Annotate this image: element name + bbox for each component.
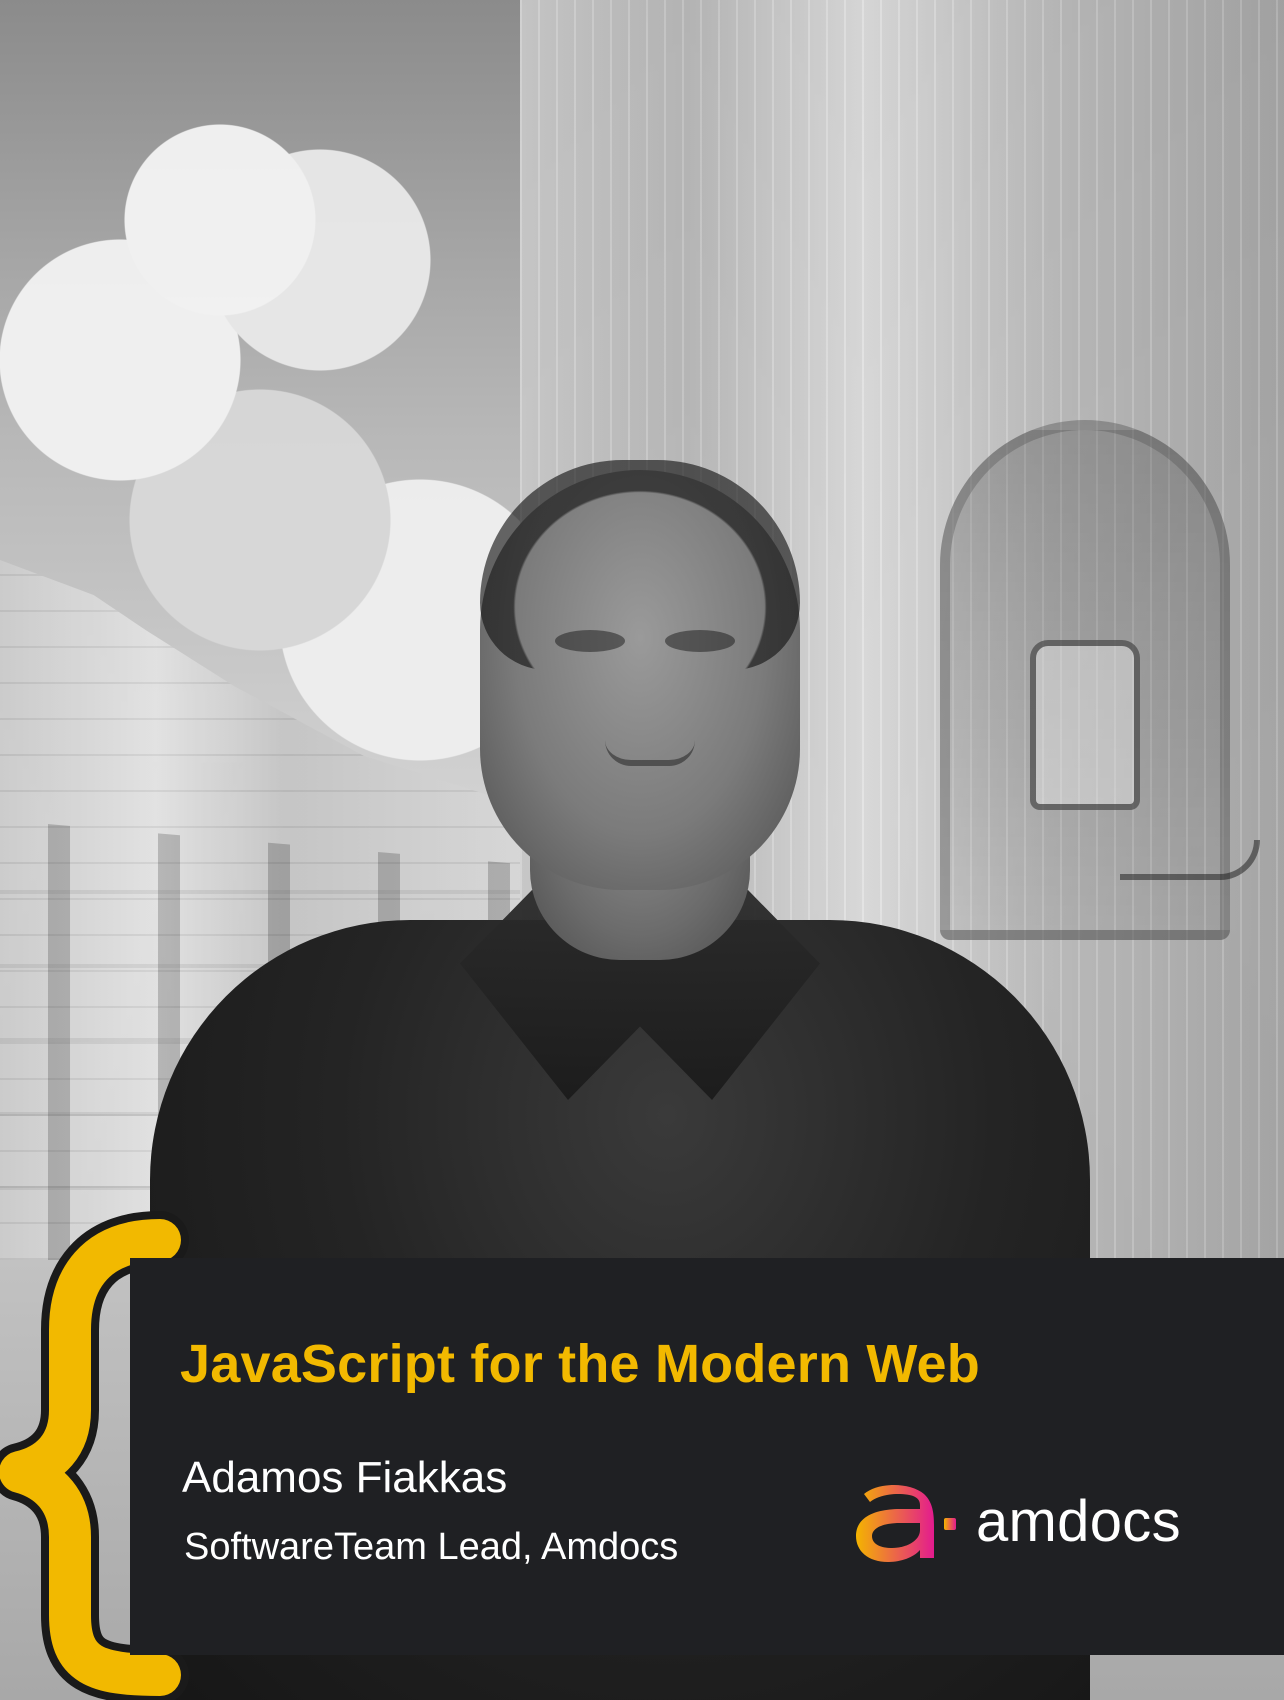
hair bbox=[480, 460, 800, 670]
amdocs-logo: amdocs bbox=[848, 1472, 1228, 1572]
amdocs-logo-text: amdocs bbox=[976, 1489, 1181, 1554]
lantern-arm bbox=[1120, 840, 1260, 880]
right-eye bbox=[665, 630, 735, 652]
speaker-card: JavaScript for the Modern Web Adamos Fia… bbox=[0, 0, 1284, 1700]
left-eye bbox=[555, 630, 625, 652]
mouth bbox=[605, 740, 695, 766]
talk-title: JavaScript for the Modern Web bbox=[180, 1334, 980, 1394]
speaker-role: SoftwareTeam Lead, Amdocs bbox=[184, 1526, 679, 1568]
amdocs-logo-mark-icon bbox=[856, 1485, 956, 1562]
speaker-name: Adamos Fiakkas bbox=[182, 1453, 508, 1502]
